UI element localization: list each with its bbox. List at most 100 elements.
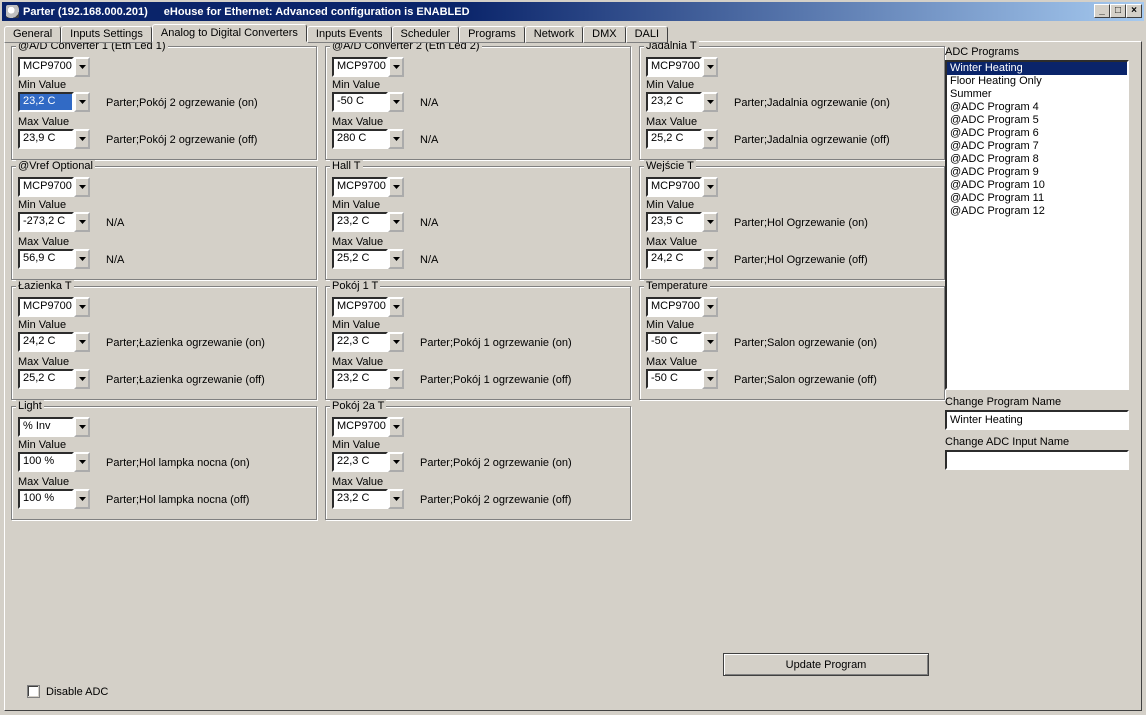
disable-adc-checkbox[interactable]: Disable ADC: [27, 685, 108, 698]
chevron-down-icon[interactable]: [74, 249, 90, 269]
maximize-button[interactable]: □: [1110, 4, 1126, 18]
sensor-select[interactable]: MCP9700: [646, 57, 718, 77]
sensor-select[interactable]: MCP9700: [18, 57, 90, 77]
close-button[interactable]: ×: [1126, 4, 1142, 18]
chevron-down-icon[interactable]: [74, 212, 90, 232]
chevron-down-icon[interactable]: [702, 177, 718, 197]
tab-inputs-settings[interactable]: Inputs Settings: [61, 26, 152, 43]
adc-programs-listbox[interactable]: Winter HeatingFloor Heating OnlySummer@A…: [945, 60, 1129, 390]
max-value-select[interactable]: 23,2 C: [332, 489, 404, 509]
min-value-select[interactable]: 23,2 C: [18, 92, 90, 112]
min-value-select[interactable]: 23,5 C: [646, 212, 718, 232]
max-value-select[interactable]: 24,2 C: [646, 249, 718, 269]
chevron-down-icon[interactable]: [74, 417, 90, 437]
list-item[interactable]: @ADC Program 11: [947, 192, 1127, 205]
chevron-down-icon[interactable]: [388, 452, 404, 472]
chevron-down-icon[interactable]: [702, 212, 718, 232]
min-value: 100 %: [18, 452, 74, 472]
tab-general[interactable]: General: [4, 26, 61, 43]
list-item[interactable]: @ADC Program 9: [947, 166, 1127, 179]
max-value-select[interactable]: 23,2 C: [332, 369, 404, 389]
chevron-down-icon[interactable]: [74, 332, 90, 352]
max-value-select[interactable]: 25,2 C: [646, 129, 718, 149]
chevron-down-icon[interactable]: [388, 57, 404, 77]
min-value-select[interactable]: 22,3 C: [332, 332, 404, 352]
min-value-select[interactable]: -50 C: [646, 332, 718, 352]
chevron-down-icon[interactable]: [74, 177, 90, 197]
min-value-select[interactable]: 100 %: [18, 452, 90, 472]
chevron-down-icon[interactable]: [702, 369, 718, 389]
chevron-down-icon[interactable]: [388, 177, 404, 197]
list-item[interactable]: @ADC Program 4: [947, 101, 1127, 114]
list-item[interactable]: @ADC Program 5: [947, 114, 1127, 127]
min-value-select[interactable]: 24,2 C: [18, 332, 90, 352]
chevron-down-icon[interactable]: [74, 129, 90, 149]
chevron-down-icon[interactable]: [702, 57, 718, 77]
program-name-input[interactable]: [945, 410, 1129, 430]
list-item[interactable]: @ADC Program 10: [947, 179, 1127, 192]
adc-input-name-input[interactable]: [945, 450, 1129, 470]
chevron-down-icon[interactable]: [74, 57, 90, 77]
minimize-button[interactable]: _: [1094, 4, 1110, 18]
chevron-down-icon[interactable]: [388, 332, 404, 352]
tab-network[interactable]: Network: [525, 26, 583, 43]
max-value-select[interactable]: -50 C: [646, 369, 718, 389]
chevron-down-icon[interactable]: [74, 489, 90, 509]
chevron-down-icon[interactable]: [702, 297, 718, 317]
sensor-select[interactable]: MCP9700: [332, 417, 404, 437]
chevron-down-icon[interactable]: [702, 332, 718, 352]
list-item[interactable]: @ADC Program 6: [947, 127, 1127, 140]
tab-scheduler[interactable]: Scheduler: [392, 26, 460, 43]
chevron-down-icon[interactable]: [702, 92, 718, 112]
group-legend: Łazienka T: [16, 280, 74, 292]
chevron-down-icon[interactable]: [702, 129, 718, 149]
sensor-select[interactable]: MCP9700: [332, 57, 404, 77]
list-item[interactable]: @ADC Program 12: [947, 205, 1127, 218]
list-item[interactable]: Summer: [947, 88, 1127, 101]
chevron-down-icon[interactable]: [74, 369, 90, 389]
chevron-down-icon[interactable]: [388, 489, 404, 509]
tab-inputs-events[interactable]: Inputs Events: [307, 26, 392, 43]
max-value-select[interactable]: 25,2 C: [332, 249, 404, 269]
chevron-down-icon[interactable]: [74, 452, 90, 472]
list-item[interactable]: Floor Heating Only: [947, 75, 1127, 88]
chevron-down-icon[interactable]: [388, 129, 404, 149]
chevron-down-icon[interactable]: [388, 369, 404, 389]
min-value-select[interactable]: -273,2 C: [18, 212, 90, 232]
chevron-down-icon[interactable]: [388, 297, 404, 317]
max-value-select[interactable]: 25,2 C: [18, 369, 90, 389]
chevron-down-icon[interactable]: [388, 249, 404, 269]
window-buttons: _ □ ×: [1094, 4, 1142, 18]
tab-dmx[interactable]: DMX: [583, 26, 625, 43]
list-item[interactable]: Winter Heating: [947, 62, 1127, 75]
sensor-select[interactable]: MCP9700: [18, 177, 90, 197]
chevron-down-icon[interactable]: [702, 249, 718, 269]
chevron-down-icon[interactable]: [388, 417, 404, 437]
chevron-down-icon[interactable]: [388, 92, 404, 112]
tab-programs[interactable]: Programs: [459, 26, 525, 43]
checkbox-box[interactable]: [27, 685, 40, 698]
max-value-select[interactable]: 23,9 C: [18, 129, 90, 149]
max-value-select[interactable]: 100 %: [18, 489, 90, 509]
converter-group: Pokój 1 TMCP9700Min Value22,3 CParter;Po…: [325, 286, 631, 400]
list-item[interactable]: @ADC Program 8: [947, 153, 1127, 166]
chevron-down-icon[interactable]: [74, 297, 90, 317]
update-program-button[interactable]: Update Program: [723, 653, 929, 676]
sensor-select[interactable]: MCP9700: [332, 297, 404, 317]
min-value-select[interactable]: -50 C: [332, 92, 404, 112]
min-value-select[interactable]: 22,3 C: [332, 452, 404, 472]
list-item[interactable]: @ADC Program 7: [947, 140, 1127, 153]
chevron-down-icon[interactable]: [388, 212, 404, 232]
sensor-select[interactable]: MCP9700: [646, 297, 718, 317]
max-value-select[interactable]: 56,9 C: [18, 249, 90, 269]
sensor-select[interactable]: MCP9700: [646, 177, 718, 197]
min-value-select[interactable]: 23,2 C: [646, 92, 718, 112]
sensor-select[interactable]: MCP9700: [332, 177, 404, 197]
chevron-down-icon[interactable]: [74, 92, 90, 112]
sensor-select[interactable]: MCP9700: [18, 297, 90, 317]
tab-dali[interactable]: DALI: [626, 26, 668, 43]
tab-analog-to-digital-converters[interactable]: Analog to Digital Converters: [152, 24, 307, 42]
max-value-select[interactable]: 280 C: [332, 129, 404, 149]
sensor-select[interactable]: % Inv: [18, 417, 90, 437]
min-value-select[interactable]: 23,2 C: [332, 212, 404, 232]
